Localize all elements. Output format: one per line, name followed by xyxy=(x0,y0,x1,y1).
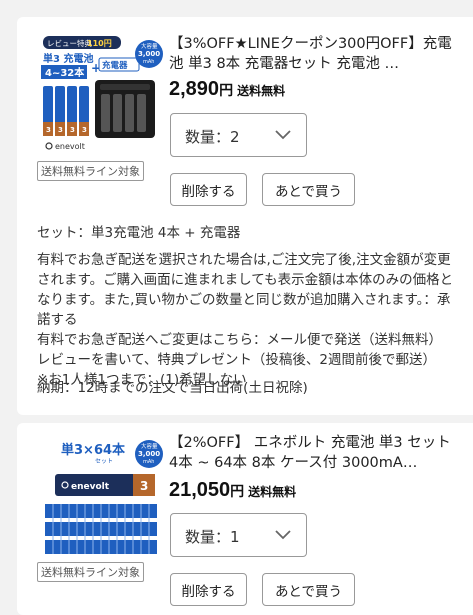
battery-pack-image: 単3×64本 セット 大容量 3,000 mAh enevolt 3 xyxy=(45,440,163,554)
price: 21,050円 送料無料 xyxy=(169,479,296,502)
yen-unit: 円 xyxy=(219,82,234,98)
save-for-later-button[interactable]: あとで買う xyxy=(262,573,355,606)
product-title[interactable]: 【2%OFF】 エネボルト 充電池 単3 セット4本 ~ 64本 8本 ケース付… xyxy=(169,433,459,473)
svg-text:enevolt: enevolt xyxy=(55,142,85,151)
shipping-change-option: 有料でお急ぎ配送へご変更はこちら：メール便で発送（送料無料） xyxy=(37,332,442,348)
top-strip xyxy=(0,0,473,17)
svg-text:3,000: 3,000 xyxy=(138,450,160,458)
svg-text:enevolt: enevolt xyxy=(71,482,110,492)
svg-text:大容量: 大容量 xyxy=(141,42,158,50)
chevron-down-icon xyxy=(275,530,291,540)
svg-text:mAh: mAh xyxy=(143,59,154,65)
price-value: 21,050 xyxy=(169,479,231,501)
svg-text:充電器: 充電器 xyxy=(102,60,128,71)
svg-text:レビュー特典: レビュー特典 xyxy=(47,38,92,48)
save-for-later-button[interactable]: あとで買う xyxy=(262,173,355,206)
svg-text:単3 充電池: 単3 充電池 xyxy=(43,52,93,65)
free-shipping-line-badge: 送料無料ライン対象 xyxy=(37,161,144,181)
option-notes: 有料でお急ぎ配送を選択された場合は,ご注文完了後,注文金額が変更されます。ご購入… xyxy=(37,250,462,390)
review-gift-option: レビューを書いて、特典プレゼント（投稿後、2週間前後で郵送） xyxy=(37,352,437,368)
option-details: セット：単3充電池 4本 + 充電器 xyxy=(37,223,462,243)
svg-text:単3×64本: 単3×64本 xyxy=(61,442,125,458)
svg-text:3: 3 xyxy=(82,126,87,134)
svg-text:3: 3 xyxy=(58,126,63,134)
chevron-down-icon xyxy=(275,130,291,140)
free-shipping-label: 送料無料 xyxy=(248,485,297,499)
svg-text:大容量: 大容量 xyxy=(141,442,158,450)
price: 2,890円 送料無料 xyxy=(169,78,285,101)
free-shipping-line-badge: 送料無料ライン対象 xyxy=(37,562,144,582)
quantity-label: 数量：1 xyxy=(185,528,240,546)
cart-item-2: 単3×64本 セット 大容量 3,000 mAh enevolt 3 送料無料ラ… xyxy=(17,423,473,615)
svg-text:セット: セット xyxy=(95,458,113,465)
svg-text:110円: 110円 xyxy=(87,39,112,48)
svg-text:3: 3 xyxy=(140,479,148,493)
product-thumbnail-1[interactable]: レビュー特典 110円 単3 充電池 4~32本 + 充電器 大容量 3,000… xyxy=(37,34,165,158)
yen-unit: 円 xyxy=(230,483,245,499)
svg-text:4~32本: 4~32本 xyxy=(45,66,85,79)
product-thumbnail-2[interactable]: 単3×64本 セット 大容量 3,000 mAh enevolt 3 xyxy=(37,434,165,558)
express-notice: 有料でお急ぎ配送を選択された場合は,ご注文完了後,注文金額が変更されます。ご購入… xyxy=(37,252,454,328)
quantity-select[interactable]: 数量：1 xyxy=(170,513,307,557)
svg-text:3: 3 xyxy=(46,126,51,134)
price-value: 2,890 xyxy=(169,78,220,100)
delete-button[interactable]: 削除する xyxy=(170,173,247,206)
delivery-line: 納期：12時までの注文で当日出荷(土日祝除) xyxy=(37,380,308,396)
battery-charger-image: レビュー特典 110円 単3 充電池 4~32本 + 充電器 大容量 3,000… xyxy=(41,36,163,151)
svg-text:3,000: 3,000 xyxy=(138,50,160,58)
delivery-info: 納期：12時までの注文で当日出荷(土日祝除) xyxy=(37,378,462,398)
svg-text:3: 3 xyxy=(70,126,75,134)
set-option: セット：単3充電池 4本 + 充電器 xyxy=(37,225,241,241)
quantity-select[interactable]: 数量：2 xyxy=(170,113,307,157)
quantity-label: 数量：2 xyxy=(185,128,240,146)
free-shipping-label: 送料無料 xyxy=(237,84,286,98)
product-title[interactable]: 【3%OFF★LINEクーポン300円OFF】充電池 単3 8本 充電器セット … xyxy=(169,34,459,74)
cart-item-1: レビュー特典 110円 単3 充電池 4~32本 + 充電器 大容量 3,000… xyxy=(17,17,473,415)
svg-text:mAh: mAh xyxy=(143,459,154,465)
delete-button[interactable]: 削除する xyxy=(170,573,247,606)
